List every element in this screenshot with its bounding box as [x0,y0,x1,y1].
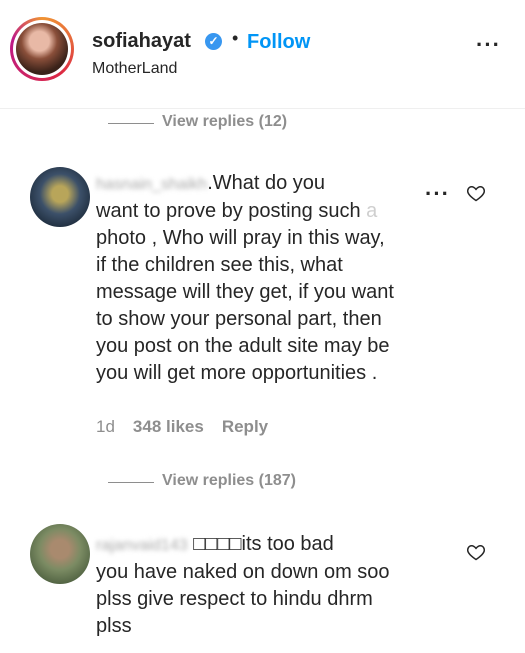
comment-likes[interactable]: 348 likes [133,417,204,436]
profile-avatar[interactable] [10,17,74,81]
comment-line: you will get more opportunities . [96,362,378,384]
comment-avatar[interactable] [30,167,90,227]
comment-avatar[interactable] [30,524,90,584]
comment-body-2: rajanvaid143 □□□□its too bad you have na… [96,531,476,640]
view-replies-divider [108,123,154,124]
comment-line: .What do you [207,172,326,194]
comment-line: □□□□its too bad [193,533,334,555]
comment-username[interactable]: rajanvaid143 [96,537,188,554]
avatar-photo [16,23,68,75]
comment-username[interactable]: hasnain_shaikh [96,176,207,193]
comment-body-1: hasnain_shaikh.What do you want to prove… [96,170,476,387]
view-replies-button-top[interactable]: View replies (12) [162,113,287,131]
view-replies-divider [108,482,154,483]
comment-faded-char: a [366,200,378,222]
comment-time[interactable]: 1d [96,417,115,436]
comment-more-icon[interactable]: ··· [425,183,450,205]
comment-line: message will they get, if you want [96,281,394,303]
comment-line: you post on the adult site may be [96,335,390,357]
post-header: sofiahayat ✓ • Follow MotherLand ··· [0,0,525,109]
follow-button[interactable]: Follow [247,31,310,54]
comment-line: want to prove by posting such [96,200,361,222]
like-heart-icon[interactable] [466,542,486,562]
reply-button[interactable]: Reply [222,417,268,436]
comment-line: photo , Who will pray in this way, [96,227,385,249]
like-heart-icon[interactable] [466,183,486,203]
comment-meta: 1d 348 likes Reply [96,417,268,437]
comment-line: plss give respect to hindu dhrm [96,588,373,610]
more-horizontal-icon[interactable]: ··· [476,34,501,56]
comment-line: plss [96,615,132,637]
view-replies-button-mid[interactable]: View replies (187) [162,472,296,490]
comment-line: to show your personal part, then [96,308,382,330]
post-location[interactable]: MotherLand [92,60,177,78]
comment-line: if the children see this, what [96,254,343,276]
post-username[interactable]: sofiahayat [92,30,191,53]
verified-badge-icon: ✓ [205,33,222,50]
comment-line: you have naked on down om soo [96,561,390,583]
separator-dot: • [232,28,239,48]
